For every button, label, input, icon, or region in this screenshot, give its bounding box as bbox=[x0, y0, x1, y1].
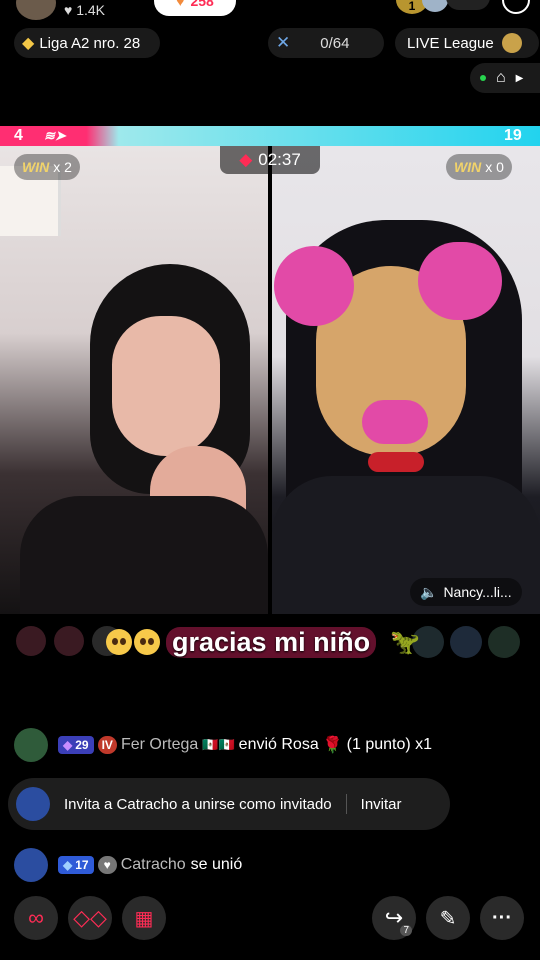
diamond-icon: ◆ bbox=[22, 35, 35, 52]
close-icon[interactable] bbox=[502, 0, 530, 14]
dinosaur-icon: 🦖 bbox=[390, 628, 420, 656]
chat-message[interactable]: ◆ 29 IV Fer Ortega 🇲🇽🇲🇽 envió Rosa 🌹 (1 p… bbox=[14, 728, 432, 762]
battle-timer: ◆ 02:37 bbox=[220, 146, 320, 174]
chat-message[interactable]: ◆ 17 ♥ Catracho se unió bbox=[14, 848, 242, 882]
right-host-ear-right bbox=[418, 242, 502, 320]
gifter-avatar[interactable] bbox=[488, 626, 520, 658]
more-features-button[interactable]: ▦ bbox=[122, 896, 166, 940]
coins-pill[interactable]: ♥ 258 bbox=[154, 0, 236, 16]
right-host-ear-left bbox=[274, 246, 354, 326]
heart-icon: ♥ bbox=[64, 2, 73, 18]
share-button[interactable]: ↪ 7 bbox=[372, 896, 416, 940]
host-avatar[interactable] bbox=[16, 0, 56, 20]
online-dot-icon bbox=[480, 75, 486, 81]
right-score: 19 bbox=[504, 127, 522, 144]
right-host-nose-filter bbox=[362, 400, 428, 444]
gifter-avatar[interactable] bbox=[16, 626, 46, 656]
linked-rings-icon: ∞ bbox=[28, 905, 44, 930]
left-host-face bbox=[112, 316, 220, 456]
speaker-icon: 🔈 bbox=[420, 583, 438, 600]
gem-icon: ◆ bbox=[63, 858, 73, 872]
likes-count: ♥ 1.4K bbox=[64, 2, 106, 18]
gifter-avatar[interactable] bbox=[54, 626, 84, 656]
left-host-shirt bbox=[20, 496, 268, 614]
home-icon: ⌂ bbox=[496, 69, 506, 86]
viewer-avatar[interactable] bbox=[422, 0, 448, 12]
invite-guest-banner: Invita a Catracho a unirse como invitado… bbox=[8, 778, 450, 830]
invite-text: Invita a Catracho a unirse como invitado bbox=[64, 795, 332, 813]
level-badge: ◆ 29 bbox=[58, 736, 94, 754]
invite-button[interactable]: Invitar bbox=[361, 796, 402, 813]
more-options-button[interactable]: ··· bbox=[480, 896, 524, 940]
gift-icon: ♥ bbox=[176, 0, 185, 9]
live-league-pill[interactable]: LIVE League bbox=[395, 28, 539, 58]
viewer-count-pill[interactable] bbox=[446, 0, 490, 10]
share-count: 7 bbox=[400, 925, 412, 936]
fan-club-badge: IV bbox=[97, 736, 117, 754]
battle-arrow-icon: ≋➤ bbox=[44, 128, 66, 143]
ellipsis-icon: ··· bbox=[492, 906, 512, 929]
score-progress-pill[interactable]: ✕ 0/64 bbox=[268, 28, 384, 58]
fan-club-badge: ♥ bbox=[97, 856, 117, 874]
planet-icon bbox=[501, 33, 522, 53]
match-button[interactable]: ◇◇ bbox=[68, 896, 112, 940]
overlay-comment-text: gracias mi niño bbox=[166, 626, 377, 658]
left-win-counter: WIN x 2 bbox=[14, 154, 80, 180]
divider bbox=[345, 794, 347, 814]
pleading-face-icon bbox=[134, 629, 160, 655]
left-score: 4 bbox=[14, 127, 23, 144]
double-diamond-icon: ◇◇ bbox=[73, 905, 107, 930]
pleading-face-icon bbox=[106, 629, 132, 655]
effects-button[interactable]: ✎ bbox=[426, 896, 470, 940]
chat-username[interactable]: Fer Ortega bbox=[121, 736, 198, 754]
rose-icon: 🌹 bbox=[322, 737, 343, 754]
right-host-lips bbox=[368, 452, 424, 472]
user-avatar[interactable] bbox=[14, 728, 48, 762]
user-avatar[interactable] bbox=[16, 787, 50, 821]
right-host-video[interactable] bbox=[272, 146, 540, 614]
grid-icon: ▦ bbox=[134, 907, 154, 930]
more-streams-pill[interactable]: ⌂ ▶ bbox=[470, 63, 540, 93]
level-badge: ◆ 17 bbox=[58, 856, 94, 874]
battle-gem-icon: ◆ bbox=[239, 150, 253, 169]
user-avatar[interactable] bbox=[14, 848, 48, 882]
chat-username[interactable]: Catracho bbox=[121, 856, 186, 874]
league-pill[interactable]: ◆ Liga A2 nro. 28 bbox=[14, 28, 160, 58]
left-host-video[interactable] bbox=[0, 146, 268, 614]
right-gifters-row bbox=[412, 626, 520, 658]
link-battle-button[interactable]: ∞ bbox=[14, 896, 58, 940]
gem-icon: ◆ bbox=[63, 738, 73, 752]
chevron-right-icon: ▶ bbox=[515, 72, 524, 84]
right-win-counter: WIN x 0 bbox=[446, 154, 512, 180]
overlay-comment: gracias mi niño 🦖 bbox=[106, 622, 420, 662]
flag-icon: 🇲🇽🇲🇽 bbox=[202, 737, 235, 752]
magic-wand-icon: ✎ bbox=[439, 907, 457, 930]
right-host-name-tag[interactable]: 🔈 Nancy...li... bbox=[410, 578, 522, 606]
battle-swords-icon: ✕ bbox=[276, 33, 291, 52]
gifter-avatar[interactable] bbox=[450, 626, 482, 658]
